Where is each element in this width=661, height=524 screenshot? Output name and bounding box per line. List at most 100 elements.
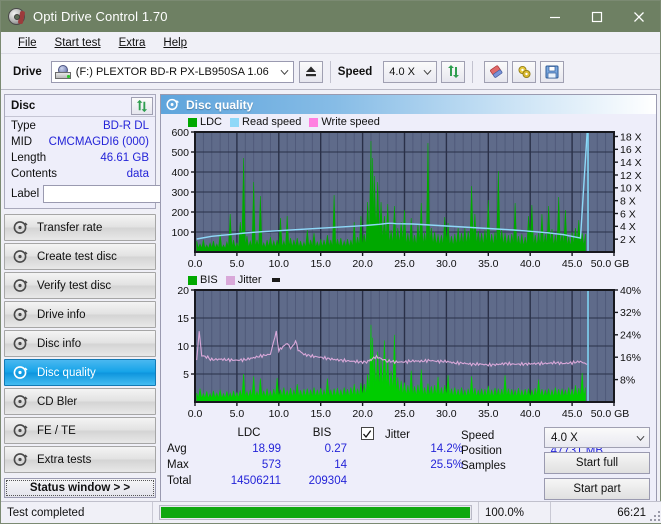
resize-grip[interactable] [648, 509, 660, 521]
svg-text:32%: 32% [620, 307, 641, 319]
svg-text:45.0: 45.0 [562, 408, 583, 420]
speed-label: Speed [338, 66, 373, 78]
sidebar-item-fe-te[interactable]: FE / TE [4, 417, 156, 444]
stats-corner [167, 427, 209, 443]
top-chart-svg: 1002003004005006002 X4 X6 X8 X10 X12 X14… [161, 114, 656, 274]
progress-bar-fill [161, 507, 470, 518]
svg-text:10 X: 10 X [620, 183, 642, 195]
disc-refresh-button[interactable] [131, 97, 153, 115]
svg-text:16%: 16% [620, 352, 641, 364]
tools-button[interactable] [512, 61, 536, 83]
jitter-label: Jitter [379, 429, 465, 441]
jitter-checkbox-cell [355, 427, 379, 443]
close-button[interactable] [618, 1, 660, 32]
test-speed-select[interactable]: 4.0 X [544, 427, 650, 448]
stats-total-bis: 209304 [289, 475, 355, 491]
eraser-icon [489, 65, 504, 79]
disc-icon [13, 220, 30, 235]
sidebar-item-cd-bler[interactable]: CD Bler [4, 388, 156, 415]
legend-swatch-ldc [188, 118, 197, 127]
stats-avg-bis: 0.27 [289, 443, 355, 459]
drive-label: Drive [13, 66, 42, 78]
jitter-checkbox[interactable] [361, 427, 374, 440]
disc-icon [13, 423, 30, 438]
svg-text:30.0: 30.0 [436, 408, 457, 420]
disc-info-box: Disc Type BD-R DL MID CMCMAGDI6 (000) Le… [4, 94, 156, 209]
disc-label-row: Label [11, 184, 149, 204]
stats-row-key-total: Total [167, 475, 209, 491]
top-chart-legend: LDC Read speed Write speed [188, 116, 384, 128]
maximize-button[interactable] [576, 1, 618, 32]
elapsed-time: 66:21 [551, 502, 661, 523]
stats-max-ldc: 573 [209, 459, 289, 475]
chevron-down-icon [636, 433, 645, 442]
svg-text:10.0: 10.0 [269, 408, 290, 420]
clear-button[interactable] [484, 61, 508, 83]
eject-button[interactable] [299, 61, 323, 83]
disc-length-value: 46.61 GB [100, 151, 149, 166]
title-bar: Opti Drive Control 1.70 [1, 1, 660, 32]
start-part-button[interactable]: Start part [544, 478, 650, 500]
minimize-button[interactable] [534, 1, 576, 32]
disc-info-row: MID CMCMAGDI6 (000) [11, 135, 149, 150]
svg-text:15.0: 15.0 [310, 258, 331, 270]
bottom-chart-legend: BIS Jitter [188, 274, 280, 286]
sidebar-item-disc-quality[interactable]: Disc quality [4, 359, 156, 386]
top-chart: LDC Read speed Write speed 100 200 300 400 5… [161, 114, 656, 274]
nav-list: Transfer rate Create test disc Verify te… [4, 214, 156, 473]
disc-icon [13, 394, 30, 409]
svg-text:16 X: 16 X [620, 144, 642, 156]
sidebar-item-label: Extra tests [37, 454, 91, 466]
speed-select[interactable]: 4.0 X [383, 61, 437, 83]
sidebar-item-extra-tests[interactable]: Extra tests [4, 446, 156, 473]
window-title: Opti Drive Control 1.70 [33, 9, 168, 24]
svg-text:40.0: 40.0 [520, 408, 541, 420]
disc-icon [13, 307, 30, 322]
disc-info-header: Disc [5, 95, 155, 117]
test-speed-value: 4.0 X [551, 432, 578, 444]
disc-label-caption: Label [11, 188, 39, 200]
tools-icon [517, 65, 532, 79]
svg-text:5.0: 5.0 [230, 408, 245, 420]
disc-icon [13, 365, 30, 380]
svg-text:0.0: 0.0 [188, 408, 203, 420]
drive-icon [55, 65, 71, 79]
sidebar: Disc Type BD-R DL MID CMCMAGDI6 (000) Le… [1, 90, 159, 514]
app-window: Opti Drive Control 1.70 File Start test … [0, 0, 661, 524]
toolbar-divider-2 [472, 61, 473, 83]
menu-file[interactable]: File [9, 35, 46, 51]
disc-info-title: Disc [11, 100, 35, 112]
panel-title: Disc quality [186, 98, 253, 112]
sidebar-item-label: Verify test disc [37, 280, 111, 292]
svg-text:8%: 8% [620, 374, 635, 386]
svg-text:5: 5 [183, 369, 189, 381]
sidebar-item-label: Disc info [37, 338, 81, 350]
sidebar-item-create-test-disc[interactable]: Create test disc [4, 243, 156, 270]
start-full-button[interactable]: Start full [544, 452, 650, 474]
menu-start-test[interactable]: Start test [46, 35, 110, 51]
sidebar-item-verify-test-disc[interactable]: Verify test disc [4, 272, 156, 299]
disc-info-rows: Type BD-R DL MID CMCMAGDI6 (000) Length … [5, 117, 155, 208]
legend-label-write-speed: Write speed [321, 116, 380, 128]
refresh-drive-button[interactable] [441, 61, 465, 83]
status-window-button[interactable]: Status window > > [4, 478, 156, 498]
sidebar-item-drive-info[interactable]: Drive info [4, 301, 156, 328]
stats-avg-jitter: 14.2% [379, 443, 465, 459]
sidebar-item-disc-info[interactable]: Disc info [4, 330, 156, 357]
disc-mid-label: MID [11, 135, 32, 150]
svg-text:50.0 GB: 50.0 GB [591, 408, 630, 420]
disc-info-row: Type BD-R DL [11, 119, 149, 134]
menu-extra[interactable]: Extra [110, 35, 155, 51]
disc-contents-label: Contents [11, 167, 57, 182]
sidebar-item-transfer-rate[interactable]: Transfer rate [4, 214, 156, 241]
drive-select[interactable]: (F:) PLEXTOR BD-R PX-LB950SA 1.06 [51, 61, 294, 83]
svg-text:6 X: 6 X [620, 208, 636, 220]
legend-label-read-speed: Read speed [242, 116, 301, 128]
save-button[interactable] [540, 61, 564, 83]
speed-select-value: 4.0 X [389, 66, 415, 78]
disc-icon [13, 249, 30, 264]
svg-text:8 X: 8 X [620, 195, 636, 207]
progress-cell [153, 502, 479, 523]
menu-help[interactable]: Help [154, 35, 196, 51]
stats-avg-ldc: 18.99 [209, 443, 289, 459]
